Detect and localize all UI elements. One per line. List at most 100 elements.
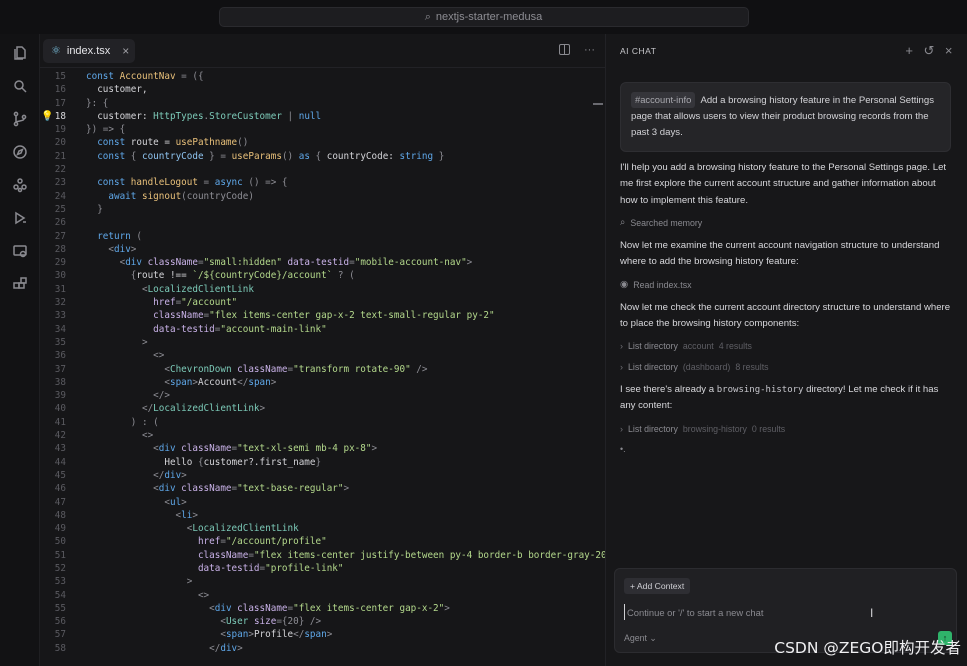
close-tab-icon[interactable]: × <box>122 44 129 58</box>
code-line[interactable]: 25 } <box>40 203 605 216</box>
code-line[interactable]: 51 className="flex items-center justify-… <box>40 549 605 562</box>
code-line[interactable]: 49 <LocalizedClientLink <box>40 522 605 535</box>
code-line[interactable]: 48 <li> <box>40 509 605 522</box>
code-line[interactable]: 29 <div className="small:hidden" data-te… <box>40 256 605 269</box>
scroll-indicator[interactable] <box>593 103 603 105</box>
code-line[interactable]: 23 const handleLogout = async () => { <box>40 176 605 189</box>
code-text: <span>Profile</span> <box>86 628 332 641</box>
code-text: <div className="flex items-center gap-x-… <box>86 602 450 615</box>
code-token: < <box>86 363 170 375</box>
code-line[interactable]: 55 <div className="flex items-center gap… <box>40 602 605 615</box>
code-line[interactable]: 52 data-testid="profile-link" <box>40 562 605 575</box>
app-window: ⌕ nextjs-starter-medusa ⚛ index.tsx × ··… <box>0 0 967 666</box>
code-token: className <box>237 363 288 375</box>
line-number: 16 <box>54 84 66 96</box>
source-control-icon[interactable] <box>11 110 29 128</box>
gutter <box>66 323 86 336</box>
lightbulb-icon[interactable]: 💡 <box>41 110 53 123</box>
chat-input[interactable] <box>624 604 924 620</box>
code-token: > <box>259 403 266 415</box>
search-icon[interactable] <box>11 77 29 95</box>
more-actions-icon[interactable]: ··· <box>584 44 595 56</box>
code-line[interactable]: 57 <span>Profile</span> <box>40 628 605 641</box>
code-line[interactable]: 46 <div className="text-base-regular"> <box>40 482 605 495</box>
tool-call-item[interactable]: › List directory browsing-history 0 resu… <box>620 424 785 434</box>
add-context-button[interactable]: + Add Context <box>624 578 691 594</box>
code-area[interactable]: 15 const AccountNav = ({16 customer, 17}: … <box>40 70 605 666</box>
editor-actions: ··· <box>559 44 595 56</box>
blocks-icon[interactable] <box>11 275 29 293</box>
line-number: 48 <box>54 509 66 521</box>
code-token: LocalizedClientLink <box>147 283 254 295</box>
tool-call-item[interactable]: ⌕ Searched memory <box>620 217 702 228</box>
close-panel-icon[interactable]: × <box>945 44 953 57</box>
new-chat-icon[interactable]: + <box>905 44 913 57</box>
compass-icon[interactable] <box>11 143 29 161</box>
history-icon[interactable]: ↺ <box>924 44 935 57</box>
code-token: { <box>130 150 142 162</box>
code-token: div <box>214 602 238 614</box>
code-line[interactable]: 53 > <box>40 575 605 588</box>
code-line[interactable]: 41 ) : ( <box>40 416 605 429</box>
gutter <box>66 496 86 509</box>
code-line[interactable]: 24 await signout(countryCode) <box>40 190 605 203</box>
code-line[interactable]: 37 <ChevronDown className="transform rot… <box>40 363 605 376</box>
code-line[interactable]: 40 </LocalizedClientLink> <box>40 402 605 415</box>
code-line[interactable]: 21 const { countryCode } = useParams() a… <box>40 150 605 163</box>
code-line[interactable]: 31 <LocalizedClientLink <box>40 283 605 296</box>
gutter <box>66 456 86 469</box>
tab-index-tsx[interactable]: ⚛ index.tsx × <box>43 38 136 63</box>
code-line[interactable]: 17}: { <box>40 97 605 110</box>
code-line[interactable]: 16 customer, <box>40 83 605 96</box>
code-line[interactable]: 56 <User size={20} /> <box>40 615 605 628</box>
code-line[interactable]: 15 const AccountNav = ({ <box>40 70 605 83</box>
code-line[interactable]: 44 Hello {customer?.first_name} <box>40 456 605 469</box>
code-line[interactable]: 20 const route = usePathname() <box>40 136 605 149</box>
code-line[interactable]: 34 data-testid="account-main-link" <box>40 323 605 336</box>
code-line[interactable]: 42 <> <box>40 429 605 442</box>
files-icon[interactable] <box>11 44 29 62</box>
code-line[interactable]: 47 <ul> <box>40 496 605 509</box>
code-line[interactable]: 50 href="/account/profile" <box>40 535 605 548</box>
gutter <box>66 203 86 216</box>
agent-mode-select[interactable]: Agent ⌄ <box>624 633 657 644</box>
tool-call-item[interactable]: › List directory (dashboard) 8 results <box>620 362 769 372</box>
code-line[interactable]: 33 className="flex items-center gap-x-2 … <box>40 309 605 322</box>
split-editor-icon[interactable] <box>559 44 570 55</box>
tool-call-item[interactable]: ◉ Read index.tsx <box>620 279 692 290</box>
code-line[interactable]: 39 </> <box>40 389 605 402</box>
command-search-box[interactable]: ⌕ nextjs-starter-medusa <box>218 7 749 27</box>
code-line[interactable]: 35 > <box>40 336 605 349</box>
context-chip[interactable]: #account-info <box>631 92 696 108</box>
code-line[interactable]: 36 <> <box>40 349 605 362</box>
gutter <box>66 97 86 110</box>
line-number: 49 <box>54 523 66 535</box>
code-line[interactable]: 58 </div> <box>40 642 605 655</box>
gutter <box>66 256 86 269</box>
line-number: 35 <box>54 336 66 348</box>
code-line[interactable]: 30 {route !== `/${countryCode}/account` … <box>40 269 605 282</box>
remote-icon[interactable] <box>11 242 29 260</box>
code-line[interactable]: 54 <> <box>40 589 605 602</box>
code-line[interactable]: 27 return ( <box>40 230 605 243</box>
code-token: > <box>270 376 277 388</box>
code-line[interactable]: 28 <div> <box>40 243 605 256</box>
code-token: Profile <box>253 629 294 641</box>
tool-call-item[interactable]: › List directory account 4 results <box>620 341 752 351</box>
code-line[interactable]: 45 </div> <box>40 469 605 482</box>
code-line[interactable]: 38 <span>Account</span> <box>40 376 605 389</box>
code-token: "flex items-center justify-between py-4 … <box>253 549 605 561</box>
code-line[interactable]: 26 <box>40 216 605 229</box>
code-line[interactable]: 19}) => { <box>40 123 605 136</box>
code-token: <> <box>86 350 165 362</box>
run-debug-icon[interactable] <box>11 209 29 227</box>
line-number: 56 <box>54 616 66 628</box>
line-number: 46 <box>54 483 66 495</box>
code-line[interactable]: 32 href="/account" <box>40 296 605 309</box>
code-token: > <box>343 483 350 495</box>
code-line[interactable]: 43 <div className="text-xl-semi mb-4 px-… <box>40 442 605 455</box>
code-line[interactable]: 22 <box>40 163 605 176</box>
code-line[interactable]: 18 💡 customer: HttpTypes.StoreCustomer | … <box>40 110 605 123</box>
code-token: "transform rotate-90" <box>293 363 411 375</box>
extensions-icon[interactable] <box>11 176 29 194</box>
